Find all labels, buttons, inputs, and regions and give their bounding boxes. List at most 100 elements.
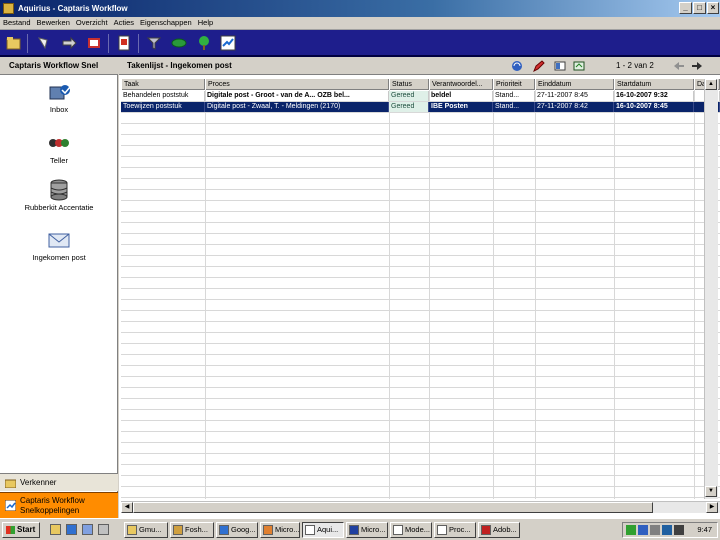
empty-row [121, 388, 720, 399]
cell-einddatum: 27-11-2007 8:45 [535, 91, 614, 101]
cell-taak: Behandelen poststuk [121, 91, 205, 101]
task-aquirius[interactable]: Aqui... [302, 522, 344, 538]
tray-speaker-icon[interactable] [674, 525, 684, 535]
return-task-icon[interactable] [86, 35, 102, 51]
empty-row [121, 168, 720, 179]
edit-icon[interactable] [533, 60, 545, 72]
shortcut-ingekomen-post-label: Ingekomen post [32, 253, 86, 262]
empty-row [121, 476, 720, 487]
scroll-down-icon[interactable]: ▼ [705, 486, 717, 497]
column-status[interactable]: Status [389, 79, 429, 90]
task-adobe[interactable]: Adob... [478, 522, 520, 538]
export-icon[interactable] [573, 60, 585, 72]
shortcut-inbox[interactable]: Inbox [0, 81, 118, 114]
shortcut-teller[interactable]: Teller [0, 132, 118, 165]
task-mode[interactable]: Mode... [390, 522, 432, 538]
empty-row [121, 234, 720, 245]
system-tray: 9:47 [622, 522, 718, 538]
vertical-scrollbar[interactable]: ▲ ▼ [704, 79, 718, 499]
task-proc[interactable]: Proc... [434, 522, 476, 538]
empty-row [121, 267, 720, 278]
table-row[interactable]: Behandelen poststuk Digitale post - Groo… [121, 91, 720, 102]
funnel-icon[interactable] [146, 35, 162, 51]
column-prioriteit[interactable]: Prioriteit [493, 79, 535, 90]
quicklaunch-desktop-icon[interactable] [98, 524, 109, 535]
menu-eigenschappen[interactable]: Eigenschappen [137, 17, 195, 29]
close-button[interactable]: × [707, 2, 719, 14]
verkenner-tab[interactable]: Verkenner [0, 473, 118, 491]
quicklaunch-ie-icon[interactable] [66, 524, 77, 535]
empty-row [121, 190, 720, 201]
table-row-selected[interactable]: Toewijzen poststuk Digitale post - Zwaal… [121, 102, 720, 113]
empty-row [121, 432, 720, 443]
column-einddatum[interactable]: Einddatum [535, 79, 614, 90]
scroll-left-icon[interactable]: ◀ [121, 502, 133, 513]
cell-verantwoordelijke: beldel [429, 91, 493, 101]
horizontal-scroll-thumb[interactable] [133, 502, 653, 513]
cell-prioriteit: Stand... [493, 91, 535, 101]
task-icon[interactable] [36, 35, 52, 51]
shortcut-ingekomen-post[interactable]: Ingekomen post [0, 229, 118, 262]
folder-icon [5, 479, 16, 488]
envelope-icon [46, 229, 72, 251]
empty-row [121, 443, 720, 454]
horizontal-scrollbar[interactable]: ◀ ▶ [121, 501, 720, 513]
menu-bar: Bestand Bewerken Overzicht Acties Eigenschap… [0, 17, 720, 30]
cell-einddatum: 27-11-2007 8:42 [535, 102, 614, 112]
menu-overzicht[interactable]: Overzicht [73, 17, 111, 29]
verkenner-label: Verkenner [20, 478, 57, 487]
empty-row [121, 223, 720, 234]
task-gmu[interactable]: Gmu... [124, 522, 168, 538]
empty-row [121, 212, 720, 223]
empty-row [121, 355, 720, 366]
quicklaunch-outlook-icon[interactable] [82, 524, 93, 535]
column-startdatum[interactable]: Startdatum [614, 79, 694, 90]
next-page-icon[interactable] [691, 60, 703, 72]
task-fosh[interactable]: Fosh... [170, 522, 214, 538]
task-list-title: Takenlijst - Ingekomen post [127, 61, 232, 70]
empty-row [121, 256, 720, 267]
tree-icon[interactable] [196, 35, 212, 51]
shortcut-pane-header: Captaris Workflow Snel [0, 57, 118, 75]
empty-row [121, 278, 720, 289]
app-icon [3, 3, 14, 14]
tray-monitor-icon[interactable] [662, 525, 672, 535]
open-folder-icon[interactable] [6, 35, 22, 51]
previous-page-icon[interactable] [673, 60, 685, 72]
tray-network-icon[interactable] [626, 525, 636, 535]
menu-bestand[interactable]: Bestand [0, 17, 34, 29]
maximize-button[interactable]: □ [693, 2, 706, 14]
tray-printer-icon[interactable] [650, 525, 660, 535]
tray-shield-icon[interactable] [638, 525, 648, 535]
window-title-text: Captaris Workflow [57, 4, 128, 13]
column-taak[interactable]: Taak [121, 79, 205, 90]
captaris-logo-icon[interactable] [220, 35, 236, 51]
snelkoppelingen-tab[interactable]: Captaris Workflow Snelkoppelingen [0, 492, 118, 518]
refresh-icon[interactable] [511, 60, 523, 72]
leaf-icon[interactable] [171, 35, 187, 51]
column-proces[interactable]: Proces [205, 79, 389, 90]
shortcut-rubberkit[interactable]: Rubberkit Accentatie [0, 179, 118, 212]
empty-row [121, 300, 720, 311]
document-icon[interactable] [116, 35, 132, 51]
menu-acties[interactable]: Acties [111, 17, 137, 29]
view-icon[interactable] [554, 60, 566, 72]
scroll-up-icon[interactable]: ▲ [705, 79, 717, 90]
menu-help[interactable]: Help [195, 17, 216, 29]
column-verantwoordelijke[interactable]: Verantwoordel... [429, 79, 493, 90]
task-micro-1[interactable]: Micro... [260, 522, 300, 538]
quicklaunch-explorer-icon[interactable] [50, 524, 61, 535]
cell-proces: Digitale post - Zwaal, T. - Meldingen (2… [205, 102, 389, 112]
menu-bewerken[interactable]: Bewerken [34, 17, 73, 29]
title-bar: Aquirius - Captaris Workflow _ □ × [0, 0, 720, 17]
forward-task-icon[interactable] [61, 35, 77, 51]
inbox-icon [46, 81, 72, 103]
minimize-button[interactable]: _ [679, 2, 692, 14]
start-button[interactable]: Start [2, 522, 40, 538]
scroll-right-icon[interactable]: ▶ [706, 502, 718, 513]
empty-row [121, 377, 720, 388]
cell-startdatum: 16-10-2007 9:32 [614, 91, 694, 101]
task-micro-2[interactable]: Micro... [346, 522, 388, 538]
task-google[interactable]: Goog... [216, 522, 258, 538]
empty-row [121, 289, 720, 300]
